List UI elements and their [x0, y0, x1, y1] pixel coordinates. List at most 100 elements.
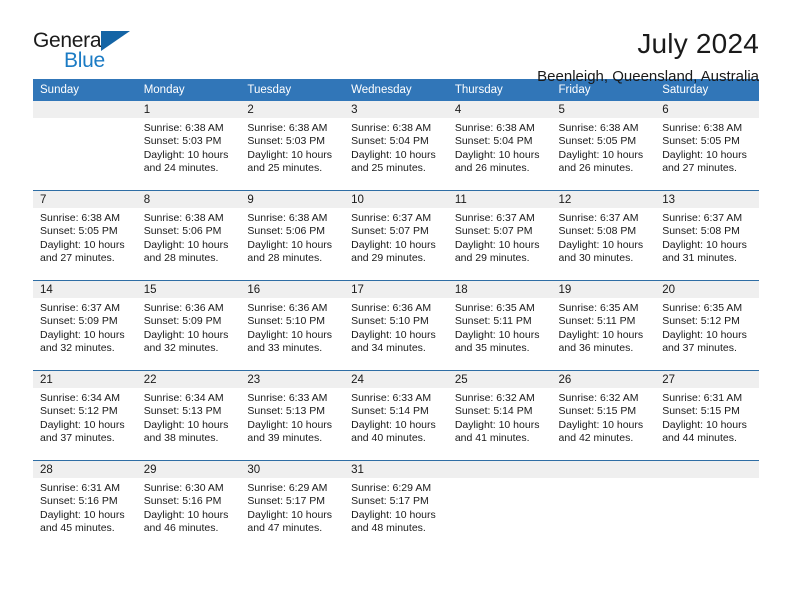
- calendar-day-cell[interactable]: 31 Sunrise: 6:29 AM Sunset: 5:17 PM Dayligh…: [344, 460, 448, 550]
- day-number: 10: [344, 191, 448, 208]
- detail-sunrise: Sunrise: 6:38 AM: [558, 122, 639, 134]
- detail-sunrise: Sunrise: 6:38 AM: [454, 122, 535, 134]
- detail-daylight-line2: and 38 minutes.: [143, 432, 219, 445]
- detail-sunrise: Sunrise: 6:36 AM: [247, 302, 328, 314]
- detail-daylight-line2: and 42 minutes.: [558, 432, 634, 445]
- calendar-day-cell[interactable]: 10 Sunrise: 6:37 AM Sunset: 5:07 PM Dayligh…: [344, 190, 448, 281]
- day-details: Sunrise: 6:38 AM Sunset: 5:05 PM Daylight:…: [33, 208, 137, 266]
- calendar-day-cell[interactable]: [655, 460, 759, 550]
- day-number: 17: [344, 281, 448, 298]
- calendar-day-cell[interactable]: 19 Sunrise: 6:35 AM Sunset: 5:11 PM Dayligh…: [551, 280, 656, 371]
- day-number: 22: [136, 371, 241, 388]
- detail-sunrise: Sunrise: 6:33 AM: [247, 392, 328, 404]
- detail-daylight-line2: and 27 minutes.: [662, 162, 737, 175]
- day-cell-content: 17 Sunrise: 6:36 AM Sunset: 5:10 PM Dayligh…: [344, 281, 448, 370]
- detail-daylight-line2: and 32 minutes.: [143, 342, 219, 355]
- calendar-day-cell[interactable]: 12 Sunrise: 6:37 AM Sunset: 5:08 PM Dayligh…: [551, 190, 656, 281]
- detail-daylight-line2: and 31 minutes.: [662, 252, 737, 265]
- detail-daylight-line1: Daylight: 10 hours: [143, 148, 229, 161]
- day-cell-content: 28 Sunrise: 6:31 AM Sunset: 5:16 PM Dayligh…: [33, 461, 137, 550]
- day-details: Sunrise: 6:29 AM Sunset: 5:17 PM Daylight:…: [240, 478, 344, 536]
- calendar-day-cell[interactable]: 16 Sunrise: 6:36 AM Sunset: 5:10 PM Dayligh…: [240, 280, 345, 371]
- day-cell-content: [33, 101, 137, 190]
- detail-sunrise: Sunrise: 6:37 AM: [40, 302, 120, 314]
- calendar-day-cell[interactable]: 20 Sunrise: 6:35 AM Sunset: 5:12 PM Dayligh…: [655, 280, 759, 371]
- detail-sunset: Sunset: 5:05 PM: [558, 135, 637, 148]
- detail-daylight-line1: Daylight: 10 hours: [40, 508, 125, 521]
- calendar-day-cell[interactable]: 7 Sunrise: 6:38 AM Sunset: 5:05 PM Daylight…: [33, 190, 137, 281]
- day-number: 15: [136, 281, 241, 298]
- detail-sunrise: Sunrise: 6:38 AM: [143, 122, 224, 134]
- detail-sunset: Sunset: 5:14 PM: [454, 405, 533, 418]
- day-cell-content: 11 Sunrise: 6:37 AM Sunset: 5:07 PM Dayligh…: [447, 191, 552, 280]
- detail-daylight-line2: and 36 minutes.: [558, 342, 634, 355]
- day-details: Sunrise: 6:37 AM Sunset: 5:07 PM Daylight:…: [448, 208, 552, 266]
- calendar-day-cell[interactable]: 26 Sunrise: 6:32 AM Sunset: 5:15 PM Dayligh…: [551, 370, 656, 461]
- calendar-day-cell[interactable]: 5 Sunrise: 6:38 AM Sunset: 5:05 PM Daylight…: [551, 101, 656, 191]
- calendar-day-cell[interactable]: 3 Sunrise: 6:38 AM Sunset: 5:04 PM Daylight…: [344, 101, 448, 191]
- calendar-day-cell[interactable]: [551, 460, 656, 550]
- calendar-day-cell[interactable]: 25 Sunrise: 6:32 AM Sunset: 5:14 PM Dayligh…: [447, 370, 552, 461]
- detail-sunrise: Sunrise: 6:35 AM: [558, 302, 639, 314]
- detail-daylight-line1: Daylight: 10 hours: [40, 418, 125, 431]
- detail-daylight-line1: Daylight: 10 hours: [247, 508, 333, 521]
- detail-daylight-line1: Daylight: 10 hours: [143, 508, 229, 521]
- calendar-day-cell[interactable]: 17 Sunrise: 6:36 AM Sunset: 5:10 PM Dayligh…: [344, 280, 448, 371]
- calendar-day-cell[interactable]: 14 Sunrise: 6:37 AM Sunset: 5:09 PM Dayligh…: [33, 280, 137, 371]
- day-number: 24: [344, 371, 448, 388]
- detail-daylight-line1: Daylight: 10 hours: [558, 328, 644, 341]
- day-cell-content: 5 Sunrise: 6:38 AM Sunset: 5:05 PM Daylight…: [551, 101, 656, 190]
- calendar-day-cell[interactable]: 21 Sunrise: 6:34 AM Sunset: 5:12 PM Dayligh…: [33, 370, 137, 461]
- calendar-day-cell[interactable]: 8 Sunrise: 6:38 AM Sunset: 5:06 PM Daylight…: [136, 190, 241, 281]
- calendar-day-cell[interactable]: 9 Sunrise: 6:38 AM Sunset: 5:06 PM Daylight…: [240, 190, 345, 281]
- calendar-week-row: 7 Sunrise: 6:38 AM Sunset: 5:05 PM Daylight…: [33, 190, 759, 281]
- detail-sunset: Sunset: 5:15 PM: [662, 405, 740, 418]
- calendar-day-cell[interactable]: 18 Sunrise: 6:35 AM Sunset: 5:11 PM Dayligh…: [447, 280, 552, 371]
- detail-sunset: Sunset: 5:07 PM: [351, 225, 429, 238]
- detail-daylight-line2: and 24 minutes.: [143, 162, 219, 175]
- calendar-day-cell[interactable]: [447, 460, 552, 550]
- detail-daylight-line2: and 47 minutes.: [247, 522, 323, 535]
- detail-daylight-line2: and 28 minutes.: [143, 252, 219, 265]
- detail-sunset: Sunset: 5:04 PM: [351, 135, 429, 148]
- calendar-day-cell[interactable]: 24 Sunrise: 6:33 AM Sunset: 5:14 PM Dayligh…: [344, 370, 448, 461]
- calendar-day-cell[interactable]: 30 Sunrise: 6:29 AM Sunset: 5:17 PM Dayligh…: [240, 460, 345, 550]
- day-cell-content: 12 Sunrise: 6:37 AM Sunset: 5:08 PM Dayligh…: [551, 191, 656, 280]
- day-number: 4: [447, 101, 552, 118]
- calendar-day-cell[interactable]: 4 Sunrise: 6:38 AM Sunset: 5:04 PM Daylight…: [447, 101, 552, 191]
- detail-sunset: Sunset: 5:17 PM: [351, 495, 429, 508]
- title-block: July 2024 Beenleigh, Queensland, Austral…: [145, 28, 759, 87]
- day-details: Sunrise: 6:34 AM Sunset: 5:13 PM Daylight:…: [137, 388, 241, 446]
- calendar-day-cell[interactable]: 11 Sunrise: 6:37 AM Sunset: 5:07 PM Dayligh…: [447, 190, 552, 281]
- day-number: 20: [655, 281, 759, 298]
- calendar-day-cell[interactable]: 27 Sunrise: 6:31 AM Sunset: 5:15 PM Dayligh…: [655, 370, 759, 461]
- day-number: 27: [655, 371, 759, 388]
- day-number: [655, 461, 759, 478]
- detail-sunset: Sunset: 5:15 PM: [558, 405, 637, 418]
- detail-sunrise: Sunrise: 6:37 AM: [558, 212, 639, 224]
- calendar-day-cell[interactable]: 22 Sunrise: 6:34 AM Sunset: 5:13 PM Dayligh…: [136, 370, 241, 461]
- calendar-day-cell[interactable]: 1 Sunrise: 6:38 AM Sunset: 5:03 PM Daylight…: [136, 101, 241, 191]
- calendar-day-cell[interactable]: 23 Sunrise: 6:33 AM Sunset: 5:13 PM Dayligh…: [240, 370, 345, 461]
- detail-sunset: Sunset: 5:05 PM: [40, 225, 118, 238]
- day-number: 23: [240, 371, 345, 388]
- detail-sunset: Sunset: 5:12 PM: [662, 315, 740, 328]
- detail-daylight-line1: Daylight: 10 hours: [558, 418, 644, 431]
- calendar-day-cell[interactable]: 15 Sunrise: 6:36 AM Sunset: 5:09 PM Dayligh…: [136, 280, 241, 371]
- calendar-day-cell[interactable]: 2 Sunrise: 6:38 AM Sunset: 5:03 PM Daylight…: [240, 101, 345, 191]
- detail-daylight-line2: and 29 minutes.: [351, 252, 426, 265]
- calendar-day-cell[interactable]: 13 Sunrise: 6:37 AM Sunset: 5:08 PM Dayligh…: [655, 190, 759, 281]
- day-cell-content: 29 Sunrise: 6:30 AM Sunset: 5:16 PM Dayligh…: [136, 461, 241, 550]
- detail-daylight-line2: and 48 minutes.: [351, 522, 426, 535]
- calendar-day-cell[interactable]: 28 Sunrise: 6:31 AM Sunset: 5:16 PM Dayligh…: [33, 460, 137, 550]
- detail-sunrise: Sunrise: 6:38 AM: [662, 122, 743, 134]
- day-number: 2: [240, 101, 345, 118]
- detail-daylight-line1: Daylight: 10 hours: [454, 328, 540, 341]
- detail-sunrise: Sunrise: 6:36 AM: [351, 302, 432, 314]
- calendar-day-cell[interactable]: [33, 101, 137, 191]
- detail-daylight-line2: and 29 minutes.: [454, 252, 530, 265]
- calendar-day-cell[interactable]: 29 Sunrise: 6:30 AM Sunset: 5:16 PM Dayligh…: [136, 460, 241, 550]
- calendar-day-cell[interactable]: 6 Sunrise: 6:38 AM Sunset: 5:05 PM Daylight…: [655, 101, 759, 191]
- detail-sunset: Sunset: 5:05 PM: [662, 135, 740, 148]
- day-number: 31: [344, 461, 448, 478]
